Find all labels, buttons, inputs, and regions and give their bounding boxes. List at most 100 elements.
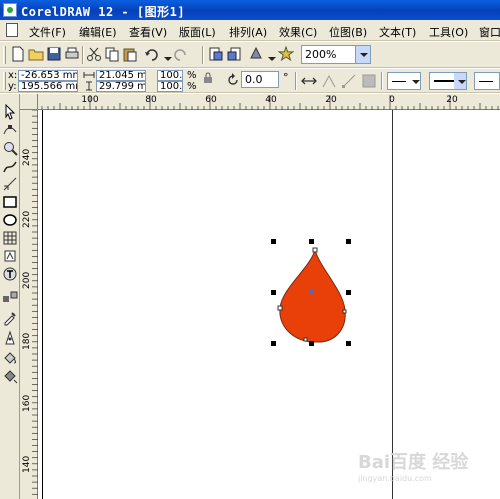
interactive-fill-icon[interactable] bbox=[2, 368, 18, 384]
redo-icon[interactable] bbox=[172, 46, 188, 62]
toolbar-grip[interactable] bbox=[3, 46, 6, 64]
horizontal-ruler[interactable]: 100 80 60 40 20 0 20 bbox=[38, 94, 500, 110]
chevron-down-icon[interactable] bbox=[355, 46, 370, 63]
chevron-down-icon[interactable] bbox=[454, 73, 466, 89]
water-drop-shape[interactable] bbox=[279, 248, 346, 343]
menu-edit[interactable]: 编辑(E) bbox=[79, 24, 117, 40]
undo-icon[interactable] bbox=[144, 46, 160, 62]
cut-icon[interactable] bbox=[86, 46, 102, 62]
v-ruler-label: 140 bbox=[22, 455, 32, 473]
eyedropper-icon[interactable] bbox=[2, 310, 18, 326]
shape-node[interactable] bbox=[303, 337, 308, 342]
menu-tools[interactable]: 工具(O) bbox=[429, 24, 468, 40]
shape-tool-icon[interactable] bbox=[2, 122, 18, 138]
document-icon[interactable] bbox=[6, 23, 18, 37]
polygon-tool-icon[interactable] bbox=[2, 230, 18, 246]
shape-node[interactable] bbox=[277, 305, 283, 311]
property-bar: x: y: -26.653 mm 195.566 mm 21.045 mm 29… bbox=[0, 69, 500, 93]
menu-layout[interactable]: 版面(L) bbox=[179, 24, 216, 40]
basic-shapes-icon[interactable] bbox=[2, 248, 18, 264]
toolbox bbox=[0, 94, 20, 499]
interactive-blend-icon[interactable] bbox=[2, 290, 18, 306]
menu-window[interactable]: 窗口 bbox=[479, 24, 500, 40]
selection-handle[interactable] bbox=[271, 290, 276, 295]
line-start-select[interactable] bbox=[387, 72, 421, 90]
chevron-down-icon[interactable] bbox=[408, 73, 420, 89]
menu-text[interactable]: 文本(T) bbox=[379, 24, 416, 40]
x-label: x: bbox=[8, 70, 18, 81]
fill-tool-icon[interactable] bbox=[2, 350, 18, 366]
watermark-subtext: jingyan.baidu.com bbox=[358, 474, 432, 483]
toolbar-separator bbox=[202, 46, 204, 64]
new-icon[interactable] bbox=[10, 46, 26, 62]
vertical-ruler[interactable]: 240 220 200 180 160 140 bbox=[20, 110, 38, 499]
menu-arrange[interactable]: 排列(A) bbox=[229, 24, 267, 40]
zoom-tool-icon[interactable] bbox=[2, 140, 18, 156]
menu-view[interactable]: 查看(V) bbox=[129, 24, 167, 40]
menu-file[interactable]: 文件(F) bbox=[29, 24, 66, 40]
y-position-field[interactable]: 195.566 mm bbox=[18, 81, 78, 92]
corel-online-icon[interactable] bbox=[278, 46, 294, 62]
percent-sign: % bbox=[187, 70, 197, 81]
menu-bitmaps[interactable]: 位图(B) bbox=[329, 24, 367, 40]
selection-handle[interactable] bbox=[346, 290, 351, 295]
open-icon[interactable] bbox=[28, 46, 44, 62]
outline-width-select[interactable] bbox=[429, 72, 467, 90]
convert-curve-icon[interactable] bbox=[321, 73, 337, 89]
drawing-layer bbox=[271, 239, 351, 346]
node-tool-icon[interactable] bbox=[341, 73, 357, 89]
ellipse-tool-icon[interactable] bbox=[2, 212, 18, 228]
lock-ratio-icon[interactable] bbox=[203, 72, 213, 84]
selection-handle[interactable] bbox=[271, 239, 276, 244]
h-ruler-label: 80 bbox=[145, 95, 157, 105]
height-field[interactable]: 29.799 mm bbox=[96, 81, 146, 92]
outline-width-icon bbox=[434, 80, 454, 82]
ruler-origin[interactable] bbox=[20, 94, 38, 110]
smart-fill-icon[interactable] bbox=[2, 176, 18, 192]
v-ruler-label: 220 bbox=[22, 210, 32, 228]
shape-node[interactable] bbox=[312, 247, 318, 253]
save-icon[interactable] bbox=[46, 46, 62, 62]
toolbar-grip[interactable] bbox=[3, 72, 6, 90]
selection-handle[interactable] bbox=[271, 341, 276, 346]
mirror-icon[interactable] bbox=[301, 73, 317, 89]
pick-tool-icon[interactable] bbox=[2, 104, 18, 120]
outline-tool-icon[interactable] bbox=[2, 330, 18, 346]
app-launcher-icon[interactable] bbox=[248, 46, 264, 62]
line-end-select[interactable] bbox=[474, 72, 500, 90]
paste-icon[interactable] bbox=[122, 46, 138, 62]
h-ruler-label: 40 bbox=[265, 95, 277, 105]
text-tool-icon[interactable] bbox=[2, 266, 18, 282]
toolbar-separator bbox=[295, 72, 297, 90]
scale-y-field[interactable]: 100.0 bbox=[157, 81, 183, 92]
width-field[interactable]: 21.045 mm bbox=[96, 70, 146, 81]
v-ruler-label: 160 bbox=[22, 394, 32, 412]
undo-dropdown[interactable] bbox=[160, 50, 172, 61]
export-icon[interactable] bbox=[226, 46, 242, 62]
degree-sign: ° bbox=[283, 71, 289, 84]
zoom-level-select[interactable]: 200% bbox=[301, 45, 371, 64]
rectangle-tool-icon[interactable] bbox=[2, 194, 18, 210]
rotation-angle-field[interactable]: 0.0 bbox=[241, 71, 279, 88]
selection-handle[interactable] bbox=[309, 341, 314, 346]
import-icon[interactable] bbox=[208, 46, 224, 62]
freehand-tool-icon[interactable] bbox=[2, 158, 18, 174]
window-title: CorelDRAW 12 - [图形1] bbox=[21, 5, 186, 19]
x-position-field[interactable]: -26.653 mm bbox=[18, 70, 78, 81]
wrap-icon[interactable] bbox=[361, 73, 377, 89]
selection-handle[interactable] bbox=[309, 239, 314, 244]
copy-icon[interactable] bbox=[104, 46, 120, 62]
shape-node[interactable] bbox=[342, 309, 347, 314]
scale-x-field[interactable]: 100.0 bbox=[157, 70, 183, 81]
selection-handle[interactable] bbox=[346, 341, 351, 346]
selection-handle[interactable] bbox=[346, 239, 351, 244]
watermark-text: Bai百度 经验 bbox=[358, 452, 469, 473]
rotation-icon bbox=[228, 73, 238, 85]
drawing-canvas[interactable]: Bai百度 经验 jingyan.baidu.com bbox=[38, 110, 500, 499]
app-launcher-dropdown[interactable] bbox=[264, 50, 276, 61]
print-icon[interactable] bbox=[64, 46, 80, 62]
app-icon[interactable] bbox=[3, 3, 17, 17]
h-ruler-label: 20 bbox=[325, 95, 337, 105]
y-label: y: bbox=[8, 81, 17, 92]
menu-effects[interactable]: 效果(C) bbox=[279, 24, 317, 40]
